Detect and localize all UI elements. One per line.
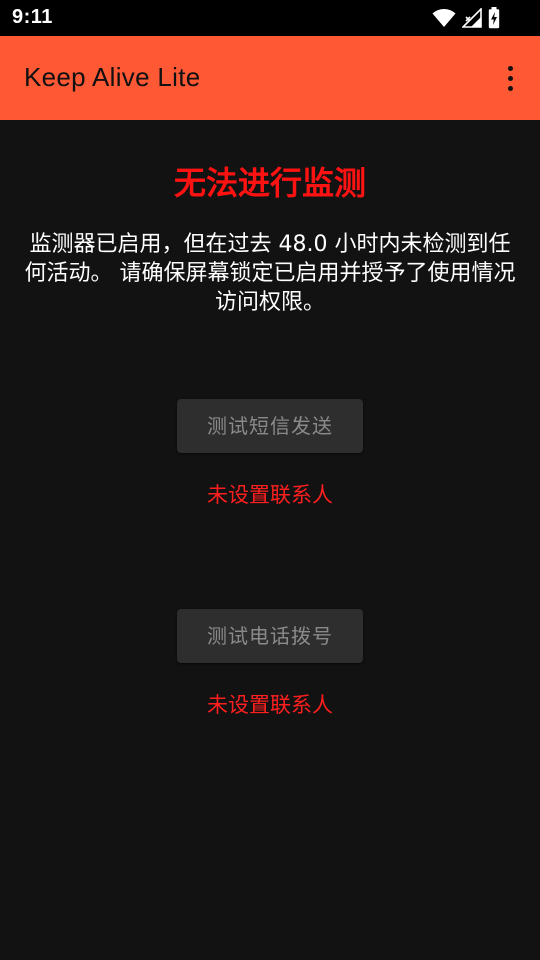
warning-title: 无法进行监测 (173, 164, 366, 202)
app-bar: Keep Alive Lite (0, 36, 540, 120)
status-time: 9:11 (12, 6, 53, 28)
warning-message: 监测器已启用，但在过去 48.0 小时内未检测到任何活动。 请确保屏幕锁定已启用… (24, 232, 516, 315)
battery-charging-icon (488, 7, 500, 29)
test-call-button[interactable]: 测试电话拨号 (177, 609, 363, 663)
more-vert-icon[interactable] (498, 58, 522, 98)
wifi-icon (432, 8, 456, 28)
status-icons (432, 6, 500, 30)
test-sms-button[interactable]: 测试短信发送 (177, 399, 363, 453)
menu-dot (507, 65, 513, 71)
signal-icon (462, 8, 482, 28)
menu-dot (507, 75, 513, 81)
sms-contact-status: 未设置联系人 (207, 483, 333, 507)
call-contact-status: 未设置联系人 (207, 693, 333, 717)
menu-dot (507, 85, 513, 91)
status-bar: 9:11 (0, 0, 540, 36)
main-content: 无法进行监测 监测器已启用，但在过去 48.0 小时内未检测到任何活动。 请确保… (0, 120, 540, 960)
app-title: Keep Alive Lite (24, 62, 201, 92)
